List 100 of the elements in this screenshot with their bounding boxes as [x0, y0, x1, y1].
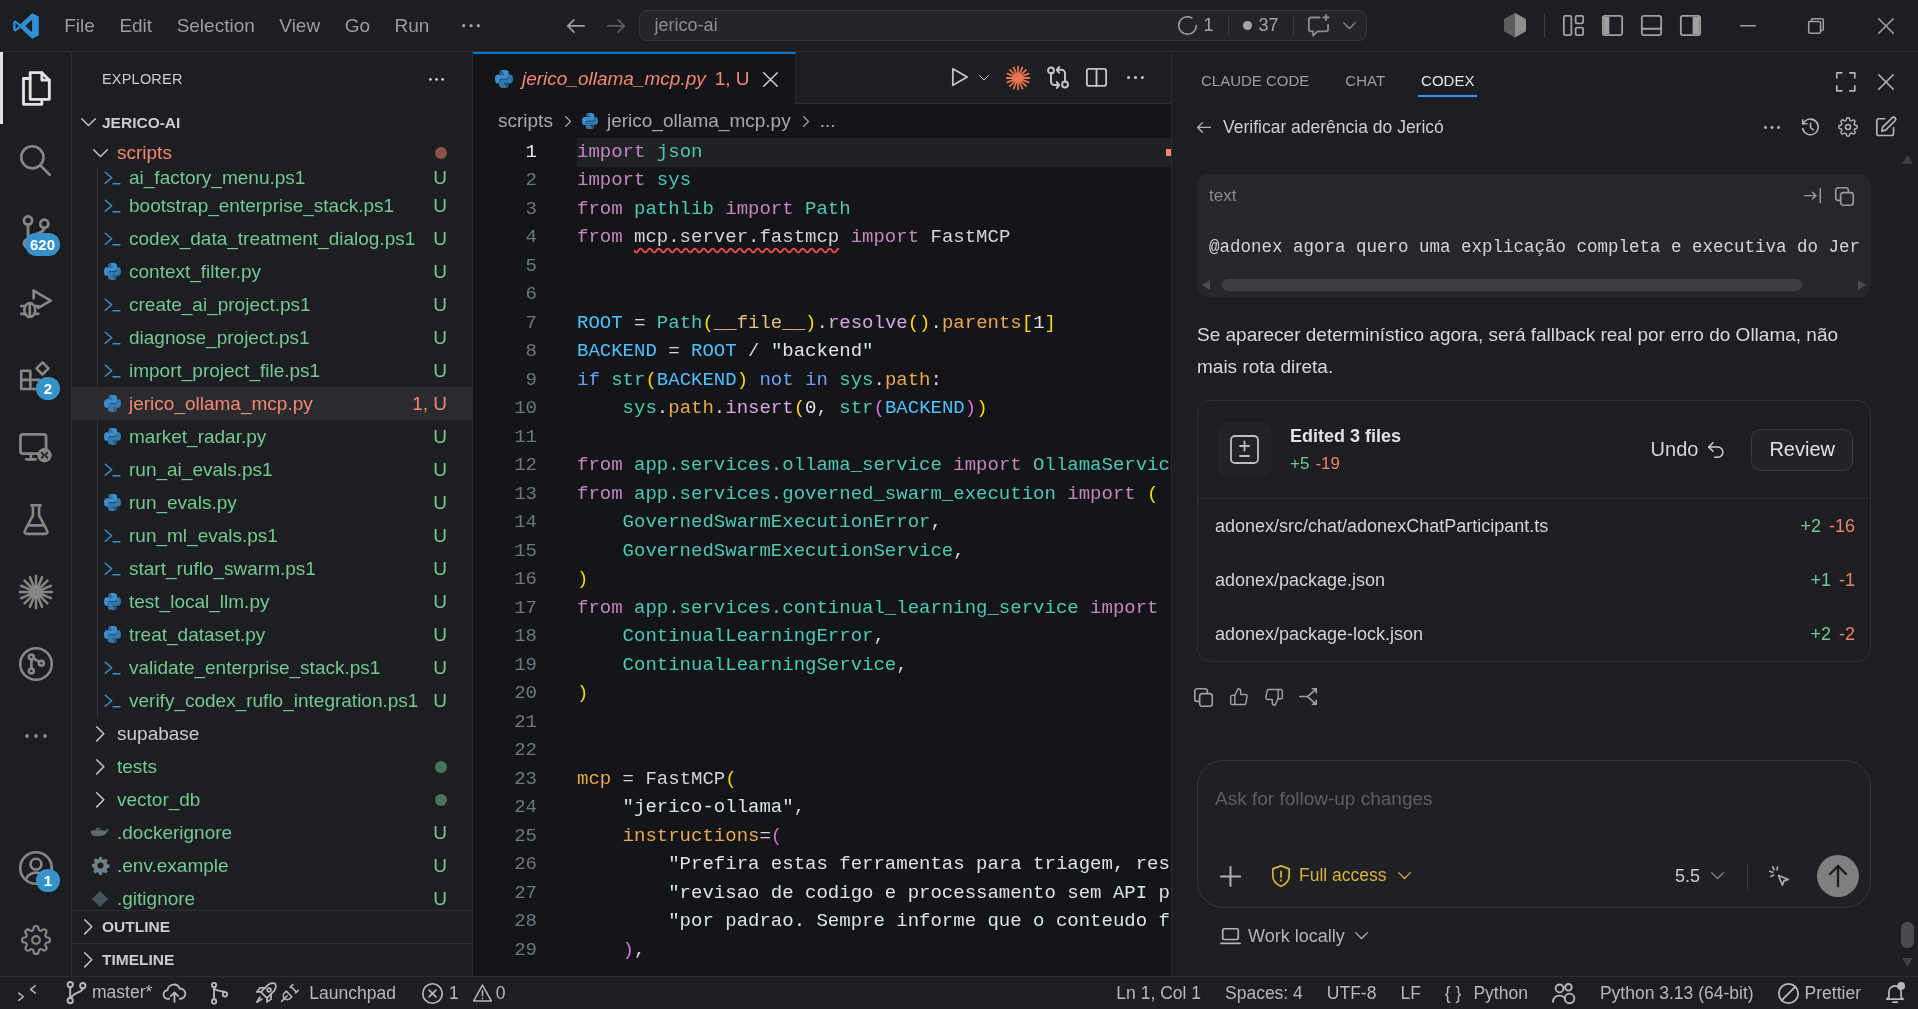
indentation-status[interactable]: Spaces: 4 — [1225, 982, 1303, 1004]
tree-item[interactable]: ai_factory_menu.ps1 U — [72, 167, 472, 189]
edit-icon[interactable] — [1876, 116, 1896, 138]
menu-item[interactable]: Selection — [164, 8, 268, 43]
branch-circle-icon[interactable] — [18, 647, 53, 681]
more-icon[interactable] — [461, 23, 480, 28]
compare-icon[interactable] — [1047, 66, 1069, 89]
menu-item[interactable]: Edit — [107, 8, 165, 43]
menu-item[interactable]: File — [52, 8, 108, 43]
layout-grid-icon[interactable] — [1562, 15, 1584, 36]
branch-status[interactable]: master* — [67, 981, 153, 1005]
tree-item[interactable]: create_ai_project.ps1 U — [72, 288, 472, 321]
more-icon[interactable] — [429, 77, 444, 81]
access-button[interactable]: Full access — [1272, 864, 1411, 888]
fork-arrows-icon[interactable] — [1299, 688, 1318, 706]
tree-item[interactable]: import_project_file.ps1 U — [72, 354, 472, 387]
path-link[interactable]: adonex/package.json — [1215, 569, 1386, 591]
bell-icon[interactable] — [1885, 982, 1905, 1004]
prompt-input[interactable]: Ask for follow-up changes — [1215, 785, 1859, 813]
panel-bottom-icon[interactable] — [1640, 15, 1662, 36]
tree-item[interactable]: codex_data_treatment_dialog.ps1 U — [72, 222, 472, 255]
breadcrumb-item[interactable]: jerico_ollama_mcp.py — [606, 110, 791, 132]
path-link[interactable]: adonex/package-lock.json — [1215, 623, 1424, 645]
folder-item[interactable]: tests — [72, 750, 472, 783]
scroll-thumb[interactable] — [1901, 922, 1914, 948]
maximize-icon[interactable] — [1836, 71, 1856, 92]
tree-item[interactable]: verify_codex_ruflo_integration.ps1 U — [72, 684, 472, 717]
cloud-upload-icon[interactable] — [163, 983, 187, 1003]
search-icon[interactable] — [20, 144, 51, 176]
account-icon[interactable] — [18, 851, 53, 885]
split-editor-icon[interactable] — [1086, 68, 1107, 87]
more-icon[interactable] — [1127, 75, 1144, 80]
restore-icon[interactable] — [1808, 17, 1824, 34]
forward-arrow-icon[interactable] — [606, 18, 625, 33]
tree-item[interactable]: context_filter.py U — [72, 255, 472, 288]
status-indicator[interactable]: 1 — [1177, 15, 1214, 36]
tree-item[interactable]: validate_enterprise_stack.ps1 U — [72, 651, 472, 684]
tree-item[interactable]: market_radar.py U — [72, 420, 472, 453]
close-icon[interactable] — [762, 71, 778, 87]
hexagon-icon[interactable] — [1504, 13, 1526, 38]
language-mode[interactable]: { } Python — [1444, 982, 1528, 1004]
sidebar-left-icon[interactable] — [1601, 15, 1623, 36]
formatter-status[interactable]: Prettier — [1777, 982, 1861, 1004]
status-indicator[interactable]: 37 — [1242, 15, 1279, 36]
people-icon[interactable] — [1551, 982, 1576, 1004]
play-icon[interactable] — [952, 68, 968, 87]
tree-item[interactable]: run_ai_evals.ps1 U — [72, 453, 472, 486]
back-arrow-icon[interactable] — [1197, 121, 1211, 133]
panel-tab[interactable]: CLAUDE CODE — [1198, 66, 1313, 97]
cursor-position[interactable]: Ln 1, Col 1 — [1116, 982, 1201, 1004]
flask-icon[interactable] — [22, 504, 49, 536]
files-icon[interactable] — [20, 70, 51, 106]
menu-item[interactable]: View — [267, 8, 333, 43]
more-icon[interactable] — [24, 734, 47, 738]
tree-item[interactable]: run_ml_evals.ps1 U — [72, 519, 472, 552]
cursor-sparkle-icon[interactable] — [1769, 865, 1790, 887]
tree-item[interactable]: diagnose_project.ps1 U — [72, 321, 472, 354]
settings-icon[interactable] — [20, 925, 51, 955]
encoding-status[interactable]: UTF-8 — [1326, 982, 1377, 1004]
tree-item[interactable]: .gitignore U — [72, 882, 472, 910]
monitor-icon[interactable] — [19, 432, 52, 464]
copy-icon[interactable] — [1194, 687, 1213, 707]
starburst-icon[interactable] — [18, 575, 53, 609]
folder-item[interactable]: vector_db — [72, 783, 472, 816]
breadcrumb-item[interactable]: scripts — [498, 110, 553, 132]
thumbs-down-icon[interactable] — [1265, 688, 1283, 706]
more-icon[interactable] — [1764, 125, 1780, 129]
launchpad-status[interactable]: Launchpad — [255, 982, 396, 1004]
sidebar-right-icon[interactable] — [1679, 15, 1701, 36]
environment-button[interactable]: Work locally — [1197, 921, 1368, 951]
tree-item[interactable]: bootstrap_enterprise_stack.ps1 U — [72, 189, 472, 222]
problems-status[interactable]: 1 0 — [421, 982, 506, 1004]
tree-item[interactable]: .dockerignore U — [72, 816, 472, 849]
workspace-folder[interactable]: JERICO-AI — [72, 106, 472, 139]
angle-brackets-icon[interactable] — [18, 984, 36, 1002]
undo-button[interactable]: Undo — [1650, 438, 1725, 461]
tree-item[interactable]: run_evals.py U — [72, 486, 472, 519]
copy-icon[interactable] — [1835, 186, 1854, 206]
editor-tab[interactable]: jerico_ollama_mcp.py 1, U — [473, 52, 796, 104]
breadcrumb-item[interactable]: ... — [819, 110, 836, 132]
review-button[interactable]: Review — [1751, 428, 1853, 471]
chevron-down-icon[interactable] — [979, 74, 989, 81]
panel-tab[interactable]: CHAT — [1342, 66, 1389, 97]
play-bug-icon[interactable] — [19, 289, 52, 319]
panel-tab[interactable]: CODEX — [1418, 66, 1478, 97]
history-icon[interactable] — [1801, 117, 1820, 137]
menu-item[interactable]: Go — [332, 8, 383, 43]
chat-plus-icon[interactable] — [1307, 14, 1330, 37]
interpreter-status[interactable]: Python 3.13 (64-bit) — [1599, 982, 1754, 1004]
model-button[interactable]: 5.5 — [1674, 865, 1724, 887]
tree-item[interactable]: .env.example U — [72, 849, 472, 882]
tree-item[interactable]: start_ruflo_swarm.ps1 U — [72, 552, 472, 585]
folder-item[interactable]: supabase — [72, 717, 472, 750]
starburst-icon[interactable] — [1006, 65, 1030, 90]
folder-item[interactable]: scripts — [72, 139, 472, 167]
minimize-icon[interactable] — [1740, 24, 1756, 27]
settings-icon[interactable] — [1838, 117, 1858, 137]
arrow-to-bar-icon[interactable] — [1804, 188, 1821, 204]
close-icon[interactable] — [1878, 73, 1894, 90]
close-icon[interactable] — [1878, 17, 1894, 34]
